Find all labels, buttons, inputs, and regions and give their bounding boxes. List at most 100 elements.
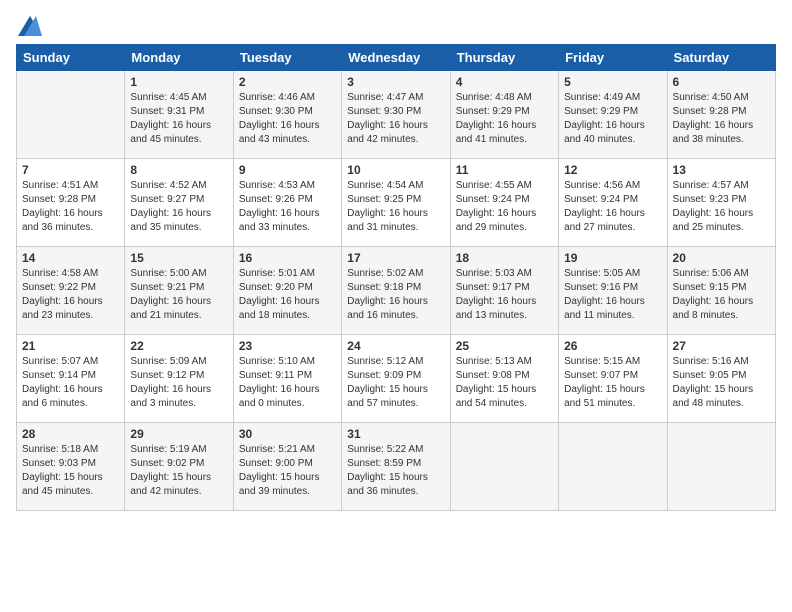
day-info: Sunrise: 5:05 AM Sunset: 9:16 PM Dayligh… [564,267,661,323]
day-cell: 14 Sunrise: 4:58 AM Sunset: 9:22 PM Dayli… [17,247,125,335]
week-row-4: 21 Sunrise: 5:07 AM Sunset: 9:14 PM Dayli… [17,335,776,423]
day-cell: 30Sunrise: 5:21 AM Sunset: 9:00 PM Dayli… [233,423,341,511]
day-info: Sunrise: 4:56 AM Sunset: 9:24 PM Dayligh… [564,179,661,235]
day-cell: 10Sunrise: 4:54 AM Sunset: 9:25 PM Dayli… [342,159,450,247]
day-number: 14 [22,251,119,265]
day-number: 19 [564,251,661,265]
day-cell: 11 Sunrise: 4:55 AM Sunset: 9:24 PM Dayli… [450,159,558,247]
day-cell: 5 Sunrise: 4:49 AM Sunset: 9:29 PM Daylig… [559,71,667,159]
day-cell: 4Sunrise: 4:48 AM Sunset: 9:29 PM Daylig… [450,71,558,159]
day-cell: 26Sunrise: 5:15 AM Sunset: 9:07 PM Dayli… [559,335,667,423]
day-info: Sunrise: 5:09 AM Sunset: 9:12 PM Dayligh… [130,355,227,411]
day-cell: 21 Sunrise: 5:07 AM Sunset: 9:14 PM Dayli… [17,335,125,423]
day-cell: 9 Sunrise: 4:53 AM Sunset: 9:26 PM Daylig… [233,159,341,247]
day-cell [667,423,775,511]
week-row-3: 14 Sunrise: 4:58 AM Sunset: 9:22 PM Dayli… [17,247,776,335]
header-cell-saturday: Saturday [667,45,775,71]
day-info: Sunrise: 5:19 AM Sunset: 9:02 PM Dayligh… [130,443,227,499]
day-number: 17 [347,251,444,265]
day-number: 27 [673,339,770,353]
day-number: 18 [456,251,553,265]
day-info: Sunrise: 5:18 AM Sunset: 9:03 PM Dayligh… [22,443,119,499]
header [16,16,776,36]
day-info: Sunrise: 5:12 AM Sunset: 9:09 PM Dayligh… [347,355,444,411]
day-number: 15 [130,251,227,265]
day-number: 13 [673,163,770,177]
day-info: Sunrise: 4:54 AM Sunset: 9:25 PM Dayligh… [347,179,444,235]
day-cell: 23 Sunrise: 5:10 AM Sunset: 9:11 PM Dayli… [233,335,341,423]
day-info: Sunrise: 4:55 AM Sunset: 9:24 PM Dayligh… [456,179,553,235]
day-cell: 12 Sunrise: 4:56 AM Sunset: 9:24 PM Dayli… [559,159,667,247]
day-number: 3 [347,75,444,89]
day-number: 28 [22,427,119,441]
day-number: 29 [130,427,227,441]
day-number: 21 [22,339,119,353]
day-info: Sunrise: 4:51 AM Sunset: 9:28 PM Dayligh… [22,179,119,235]
day-cell: 27 Sunrise: 5:16 AM Sunset: 9:05 PM Dayli… [667,335,775,423]
day-info: Sunrise: 5:07 AM Sunset: 9:14 PM Dayligh… [22,355,119,411]
day-info: Sunrise: 4:49 AM Sunset: 9:29 PM Dayligh… [564,91,661,147]
header-cell-monday: Monday [125,45,233,71]
day-cell: 28 Sunrise: 5:18 AM Sunset: 9:03 PM Dayli… [17,423,125,511]
day-number: 2 [239,75,336,89]
day-info: Sunrise: 5:03 AM Sunset: 9:17 PM Dayligh… [456,267,553,323]
header-cell-friday: Friday [559,45,667,71]
day-cell: 18 Sunrise: 5:03 AM Sunset: 9:17 PM Dayli… [450,247,558,335]
week-row-5: 28 Sunrise: 5:18 AM Sunset: 9:03 PM Dayli… [17,423,776,511]
week-row-2: 7Sunrise: 4:51 AM Sunset: 9:28 PM Daylig… [17,159,776,247]
day-number: 22 [130,339,227,353]
day-info: Sunrise: 5:15 AM Sunset: 9:07 PM Dayligh… [564,355,661,411]
header-cell-sunday: Sunday [17,45,125,71]
day-info: Sunrise: 4:58 AM Sunset: 9:22 PM Dayligh… [22,267,119,323]
day-cell: 13 Sunrise: 4:57 AM Sunset: 9:23 PM Dayli… [667,159,775,247]
day-cell: 24 Sunrise: 5:12 AM Sunset: 9:09 PM Dayli… [342,335,450,423]
day-cell: 25Sunrise: 5:13 AM Sunset: 9:08 PM Dayli… [450,335,558,423]
day-number: 30 [239,427,336,441]
day-cell: 15 Sunrise: 5:00 AM Sunset: 9:21 PM Dayli… [125,247,233,335]
day-number: 24 [347,339,444,353]
calendar-table: SundayMondayTuesdayWednesdayThursdayFrid… [16,44,776,511]
day-info: Sunrise: 4:50 AM Sunset: 9:28 PM Dayligh… [673,91,770,147]
header-cell-wednesday: Wednesday [342,45,450,71]
day-number: 11 [456,163,553,177]
day-info: Sunrise: 4:45 AM Sunset: 9:31 PM Dayligh… [130,91,227,147]
day-number: 31 [347,427,444,441]
day-info: Sunrise: 5:06 AM Sunset: 9:15 PM Dayligh… [673,267,770,323]
day-number: 1 [130,75,227,89]
day-info: Sunrise: 5:10 AM Sunset: 9:11 PM Dayligh… [239,355,336,411]
day-info: Sunrise: 5:16 AM Sunset: 9:05 PM Dayligh… [673,355,770,411]
day-number: 5 [564,75,661,89]
day-number: 25 [456,339,553,353]
day-info: Sunrise: 4:57 AM Sunset: 9:23 PM Dayligh… [673,179,770,235]
day-cell: 1 Sunrise: 4:45 AM Sunset: 9:31 PM Daylig… [125,71,233,159]
day-number: 12 [564,163,661,177]
day-info: Sunrise: 4:47 AM Sunset: 9:30 PM Dayligh… [347,91,444,147]
calendar-header: SundayMondayTuesdayWednesdayThursdayFrid… [17,45,776,71]
day-cell: 20 Sunrise: 5:06 AM Sunset: 9:15 PM Dayli… [667,247,775,335]
day-cell: 29 Sunrise: 5:19 AM Sunset: 9:02 PM Dayli… [125,423,233,511]
day-cell [17,71,125,159]
day-number: 6 [673,75,770,89]
day-cell: 8 Sunrise: 4:52 AM Sunset: 9:27 PM Daylig… [125,159,233,247]
day-cell [559,423,667,511]
day-cell: 19 Sunrise: 5:05 AM Sunset: 9:16 PM Dayli… [559,247,667,335]
header-cell-thursday: Thursday [450,45,558,71]
day-number: 9 [239,163,336,177]
day-number: 23 [239,339,336,353]
day-cell: 17Sunrise: 5:02 AM Sunset: 9:18 PM Dayli… [342,247,450,335]
day-number: 4 [456,75,553,89]
calendar-body: 1 Sunrise: 4:45 AM Sunset: 9:31 PM Daylig… [17,71,776,511]
header-cell-tuesday: Tuesday [233,45,341,71]
day-info: Sunrise: 4:53 AM Sunset: 9:26 PM Dayligh… [239,179,336,235]
day-info: Sunrise: 4:52 AM Sunset: 9:27 PM Dayligh… [130,179,227,235]
day-number: 20 [673,251,770,265]
day-info: Sunrise: 5:00 AM Sunset: 9:21 PM Dayligh… [130,267,227,323]
week-row-1: 1 Sunrise: 4:45 AM Sunset: 9:31 PM Daylig… [17,71,776,159]
day-cell: 7Sunrise: 4:51 AM Sunset: 9:28 PM Daylig… [17,159,125,247]
logo-icon [18,16,42,36]
day-cell: 22 Sunrise: 5:09 AM Sunset: 9:12 PM Dayli… [125,335,233,423]
day-cell: 31 Sunrise: 5:22 AM Sunset: 8:59 PM Dayli… [342,423,450,511]
day-number: 8 [130,163,227,177]
day-number: 16 [239,251,336,265]
day-info: Sunrise: 5:22 AM Sunset: 8:59 PM Dayligh… [347,443,444,499]
